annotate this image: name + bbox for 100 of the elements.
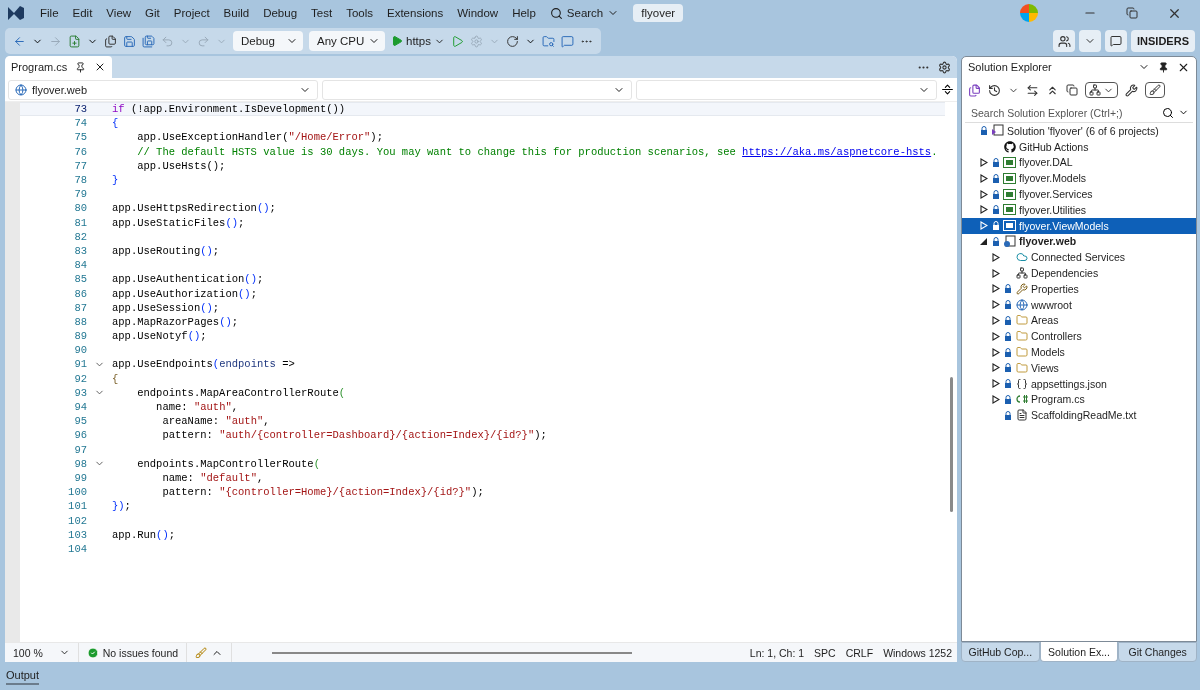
collapsed-triangle-icon[interactable]	[992, 284, 1000, 294]
pin-icon[interactable]	[75, 61, 87, 73]
collapsed-triangle-icon[interactable]	[992, 394, 1000, 404]
tree-item[interactable]: flyover.web	[962, 233, 1196, 250]
collapsed-triangle-icon[interactable]	[980, 173, 988, 183]
cursor-position[interactable]: Ln: 1, Ch: 1	[744, 646, 810, 659]
split-icon[interactable]	[941, 83, 954, 96]
feedback-button[interactable]	[1105, 30, 1128, 52]
globe-icon	[1015, 298, 1028, 311]
insiders-button[interactable]: INSIDERS	[1131, 30, 1195, 52]
code-line: app.UseHttpsRedirection();	[112, 202, 276, 215]
menu-item[interactable]: Debug	[257, 4, 304, 22]
tool-tab[interactable]: Solution Ex...	[1039, 642, 1119, 662]
menu-item[interactable]: Tools	[340, 4, 379, 22]
configuration-dropdown[interactable]: Debug	[233, 31, 303, 51]
output-tab[interactable]: Output	[6, 667, 40, 685]
menu-item[interactable]: Extensions	[381, 4, 450, 22]
collapsed-triangle-icon[interactable]	[980, 205, 988, 215]
collapsed-triangle-icon[interactable]	[992, 363, 1000, 373]
history-icon[interactable]	[988, 83, 1001, 97]
zoom-dropdown[interactable]: 100 %	[5, 643, 79, 662]
menu-item[interactable]: Project	[167, 4, 216, 22]
scrollbar-thumb[interactable]	[949, 377, 953, 512]
menu-item[interactable]: Window	[451, 4, 505, 22]
new-item-icon[interactable]	[68, 34, 81, 48]
cleanup-icon[interactable]	[195, 646, 208, 659]
tree-item[interactable]: ScaffoldingReadMe.txt	[962, 407, 1196, 424]
tree-item-label: Connected Services	[1031, 251, 1125, 264]
menu-item[interactable]: View	[100, 4, 138, 22]
expanded-triangle-icon[interactable]	[980, 236, 988, 246]
menu-item[interactable]: File	[34, 4, 65, 22]
collapsed-triangle-icon[interactable]	[980, 158, 988, 167]
project-dropdown[interactable]: flyover.web	[8, 79, 318, 100]
line-number: 80	[73, 202, 87, 215]
collapsed-triangle-icon[interactable]	[992, 252, 1000, 262]
save-icon[interactable]	[123, 34, 136, 48]
menu-item[interactable]: Test	[305, 4, 339, 22]
code-line: app.UseExceptionHandler("/Home/Error");	[136, 131, 383, 144]
settings-icon[interactable]	[938, 60, 951, 74]
back-icon[interactable]	[13, 34, 26, 48]
collapsed-triangle-icon[interactable]	[992, 331, 1000, 341]
tree-item[interactable]: Solution 'flyover' (6 of 6 projects)	[962, 123, 1196, 139]
menu-item[interactable]: Edit	[66, 4, 99, 22]
menu-item[interactable]: Help	[506, 4, 542, 22]
save-all-icon[interactable]	[142, 34, 155, 48]
horizontal-scrollbar[interactable]	[272, 651, 633, 654]
collapsed-triangle-icon[interactable]	[980, 189, 988, 199]
tool-tab[interactable]: GitHub Cop...	[961, 642, 1040, 662]
pin-icon[interactable]	[1158, 61, 1169, 73]
collapsed-triangle-icon[interactable]	[992, 268, 1000, 278]
tree-item[interactable]: appsettings.json	[962, 375, 1196, 392]
tree-item[interactable]: Areas	[962, 312, 1196, 329]
switch-views-icon[interactable]	[968, 83, 981, 97]
encoding[interactable]: Windows 1252	[878, 646, 957, 659]
globe-icon	[15, 83, 27, 96]
tree-item[interactable]: flyover.Models	[962, 170, 1196, 187]
tree-item[interactable]: wwwroot	[962, 296, 1196, 313]
tree-item[interactable]: Dependencies	[962, 265, 1196, 281]
issues-indicator[interactable]: No issues found	[78, 643, 188, 662]
tree-item[interactable]: flyover.DAL	[962, 154, 1196, 171]
tree-item[interactable]: flyover.ViewModels	[962, 217, 1196, 234]
tree-item[interactable]: Views	[962, 359, 1196, 376]
tree-item[interactable]: Models	[962, 344, 1196, 360]
refresh-icon[interactable]	[505, 34, 519, 48]
tree-item[interactable]: Properties	[962, 280, 1196, 297]
tree-item[interactable]: Connected Services	[962, 249, 1196, 266]
tree-item[interactable]: flyover.Utilities	[962, 202, 1196, 218]
run-button[interactable]: https	[391, 35, 445, 47]
search-button[interactable]: Search	[543, 3, 626, 23]
tree-item[interactable]: Controllers	[962, 328, 1196, 345]
csharp-file-icon	[1014, 394, 1029, 405]
line-endings[interactable]: CRLF	[840, 646, 879, 659]
tree-item[interactable]: GitHub Actions	[962, 138, 1196, 155]
sync-icon[interactable]	[1026, 83, 1039, 97]
tree-item-label: ScaffoldingReadMe.txt	[1031, 409, 1137, 422]
start-without-debugging-icon[interactable]	[450, 34, 464, 48]
restore-icon[interactable]	[1126, 7, 1138, 19]
filter-button[interactable]	[1085, 82, 1118, 98]
show-all-files-icon[interactable]	[1066, 84, 1078, 96]
collapsed-triangle-icon[interactable]	[992, 379, 1000, 389]
tree-item-label: flyover.Services	[1019, 188, 1093, 201]
document-tab[interactable]: Program.cs	[5, 56, 113, 78]
indentation[interactable]: SPC	[809, 646, 841, 659]
folder-search-icon[interactable]	[541, 34, 555, 48]
live-share-button[interactable]	[1053, 30, 1076, 52]
chat-icon[interactable]	[560, 34, 574, 48]
tool-tab[interactable]: Git Changes	[1118, 642, 1197, 662]
collapsed-triangle-icon[interactable]	[992, 300, 1000, 310]
menu-item[interactable]: Build	[217, 4, 256, 22]
collapsed-triangle-icon[interactable]	[992, 315, 1000, 325]
wrench-icon[interactable]	[1125, 83, 1138, 97]
tree-item[interactable]: Program.cs	[962, 391, 1196, 408]
menu-item[interactable]: Git	[139, 4, 166, 22]
code-link[interactable]: https://aka.ms/aspnetcore-hsts	[742, 145, 932, 158]
tree-item[interactable]: flyover.Services	[962, 186, 1196, 202]
preview-button[interactable]	[1145, 82, 1165, 98]
files-icon[interactable]	[104, 34, 117, 48]
collapsed-triangle-icon[interactable]	[992, 347, 1000, 357]
line-number: 76	[73, 145, 87, 158]
platform-dropdown[interactable]: Any CPU	[309, 31, 385, 51]
